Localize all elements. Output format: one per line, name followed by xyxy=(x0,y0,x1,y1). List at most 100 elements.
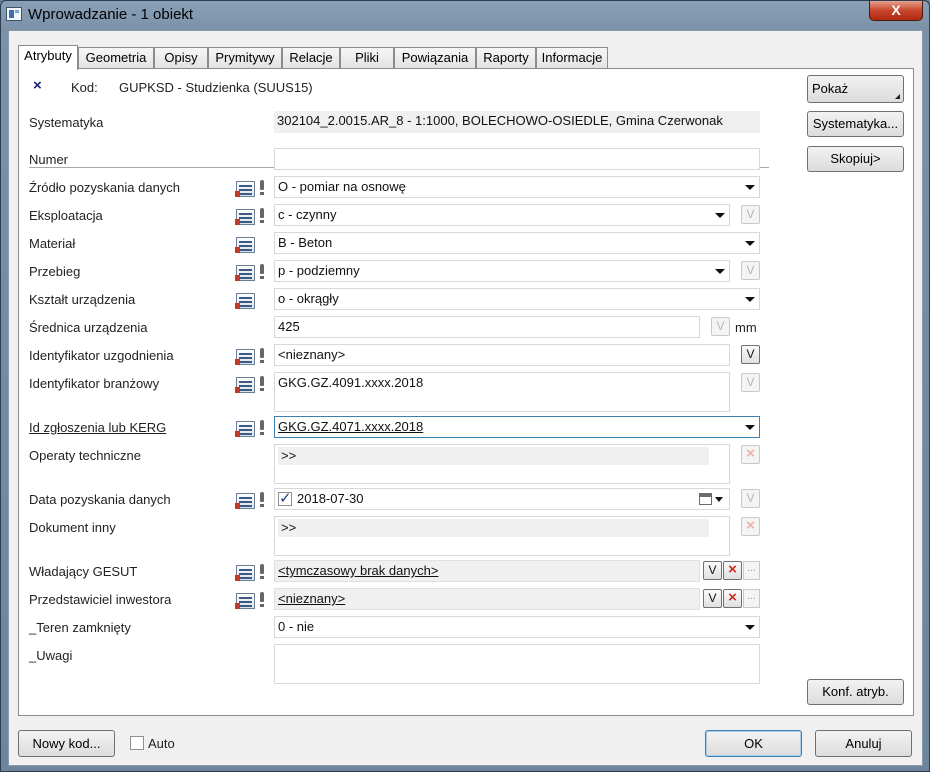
id-zgloszenia-label[interactable]: Id zgłoszenia lub KERG xyxy=(29,420,166,435)
operaty-value: >> xyxy=(278,447,709,465)
auto-checkbox[interactable] xyxy=(130,736,144,750)
material-select[interactable]: B - Beton xyxy=(274,232,760,254)
validate-button[interactable]: V xyxy=(703,561,722,580)
chevron-down-icon xyxy=(745,425,755,430)
srednica-unit: mm xyxy=(735,320,757,335)
dictionary-icon[interactable] xyxy=(235,493,255,509)
dictionary-icon[interactable] xyxy=(235,349,255,365)
numer-input[interactable] xyxy=(274,148,760,170)
srednica-label: Średnica urządzenia xyxy=(29,320,148,335)
kod-value: GUPKSD - Studzienka (SUUS15) xyxy=(119,80,313,95)
required-icon xyxy=(259,264,264,280)
validate-button[interactable]: V xyxy=(741,205,760,224)
wladajacy-field[interactable]: <tymczasowy brak danych> xyxy=(274,560,700,582)
przedstawiciel-field[interactable]: <nieznany> xyxy=(274,588,700,610)
id-branzowy-input[interactable]: GKG.GZ.4091.xxxx.2018 xyxy=(274,372,730,412)
clear-button[interactable]: × xyxy=(723,589,742,608)
chevron-down-icon xyxy=(715,213,725,218)
tab-informacje[interactable]: Informacje xyxy=(536,47,608,69)
dictionary-icon[interactable] xyxy=(235,209,255,225)
operaty-label: Operaty techniczne xyxy=(29,448,142,463)
przebieg-label: Przebieg xyxy=(29,264,81,279)
browse-button[interactable]: ... xyxy=(743,561,760,580)
przebieg-value: p - podziemny xyxy=(278,263,360,278)
dictionary-icon[interactable] xyxy=(235,565,255,581)
dokument-inny-field[interactable]: >> xyxy=(274,516,730,556)
window-close-button[interactable]: X xyxy=(869,1,923,21)
systematyka-label: Systematyka xyxy=(29,115,104,130)
material-value: B - Beton xyxy=(278,235,333,250)
systematyka-button[interactable]: Systematyka... xyxy=(807,111,904,137)
zrodlo-select[interactable]: O - pomiar na osnowę xyxy=(274,176,760,198)
id-zgloszenia-value: GKG.GZ.4071.xxxx.2018 xyxy=(278,419,424,434)
pokaz-menu-button[interactable]: Pokaż xyxy=(807,75,904,103)
remove-code-icon[interactable]: × xyxy=(33,77,42,94)
data-pozyskania-picker[interactable]: 2018-07-30 xyxy=(274,488,730,510)
id-uzgodnienia-input[interactable]: <nieznany> xyxy=(274,344,730,366)
chevron-down-icon xyxy=(745,185,755,190)
dictionary-icon[interactable] xyxy=(235,293,255,309)
validate-button[interactable]: V xyxy=(741,345,760,364)
title-bar[interactable]: Wprowadzanie - 1 obiekt X xyxy=(1,1,929,29)
uwagi-input[interactable] xyxy=(274,644,760,684)
konf-atryb-button[interactable]: Konf. atryb. xyxy=(807,679,904,705)
chevron-down-icon xyxy=(745,297,755,302)
tab-powiazania[interactable]: Powiązania xyxy=(394,47,476,69)
tab-relacje[interactable]: Relacje xyxy=(282,47,340,69)
tab-raporty[interactable]: Raporty xyxy=(476,47,536,69)
zrodlo-value: O - pomiar na osnowę xyxy=(278,179,406,194)
validate-button[interactable]: V xyxy=(703,589,722,608)
przedstawiciel-value[interactable]: <nieznany> xyxy=(278,591,345,606)
validate-button[interactable]: V xyxy=(741,261,760,280)
clear-button[interactable]: × xyxy=(741,445,760,464)
auto-label[interactable]: Auto xyxy=(148,736,175,751)
wladajacy-value[interactable]: <tymczasowy brak danych> xyxy=(278,563,438,578)
ksztalt-select[interactable]: o - okrągły xyxy=(274,288,760,310)
tab-pliki[interactable]: Pliki xyxy=(340,47,394,69)
window-title: Wprowadzanie - 1 obiekt xyxy=(28,6,194,23)
dictionary-icon[interactable] xyxy=(235,237,255,253)
nowy-kod-button[interactable]: Nowy kod... xyxy=(18,730,115,757)
dictionary-icon[interactable] xyxy=(235,593,255,609)
tab-opisy[interactable]: Opisy xyxy=(154,47,208,69)
clear-button[interactable]: × xyxy=(741,517,760,536)
required-icon xyxy=(259,592,264,608)
operaty-field[interactable]: >> xyxy=(274,444,730,484)
calendar-icon[interactable] xyxy=(699,493,712,505)
tab-geometria[interactable]: Geometria xyxy=(78,47,154,69)
eksploatacja-select[interactable]: c - czynny xyxy=(274,204,730,226)
dictionary-icon[interactable] xyxy=(235,377,255,393)
dictionary-icon[interactable] xyxy=(235,265,255,281)
anuluj-button[interactable]: Anuluj xyxy=(815,730,912,757)
id-zgloszenia-select[interactable]: GKG.GZ.4071.xxxx.2018 xyxy=(274,416,760,438)
required-icon xyxy=(259,564,264,580)
validate-button[interactable]: V xyxy=(741,373,760,392)
tab-atrybuty[interactable]: Atrybuty xyxy=(18,45,78,70)
systematyka-value: 302104_2.0015.AR_8 - 1:1000, BOLECHOWO-O… xyxy=(274,111,760,133)
skopiuj-button[interactable]: Skopiuj> xyxy=(807,146,904,172)
id-uzgodnienia-label: Identyfikator uzgodnienia xyxy=(29,348,174,363)
przebieg-select[interactable]: p - podziemny xyxy=(274,260,730,282)
id-branzowy-label: Identyfikator branżowy xyxy=(29,376,160,391)
dialog-client-area: Atrybuty Geometria Opisy Prymitywy Relac… xyxy=(8,30,923,766)
browse-button[interactable]: ... xyxy=(743,589,760,608)
validate-button[interactable]: V xyxy=(741,489,760,508)
attributes-panel: × Kod: GUPKSD - Studzienka (SUUS15) Syst… xyxy=(18,68,914,716)
ksztalt-label: Kształt urządzenia xyxy=(29,292,136,307)
chevron-down-icon xyxy=(745,241,755,246)
teren-value: 0 - nie xyxy=(278,619,315,634)
srednica-input[interactable]: 425 xyxy=(274,316,700,338)
ok-button[interactable]: OK xyxy=(705,730,802,757)
dictionary-icon[interactable] xyxy=(235,181,255,197)
przedstawiciel-label: Przedstawiciel inwestora xyxy=(29,592,172,607)
date-enabled-checkbox[interactable] xyxy=(278,489,292,509)
app-icon xyxy=(6,7,22,21)
dictionary-icon[interactable] xyxy=(235,421,255,437)
teren-label: _Teren zamknięty xyxy=(29,620,131,635)
teren-select[interactable]: 0 - nie xyxy=(274,616,760,638)
eksploatacja-label: Eksploatacja xyxy=(29,208,103,223)
validate-button[interactable]: V xyxy=(711,317,730,336)
tab-prymitywy[interactable]: Prymitywy xyxy=(208,47,282,69)
clear-button[interactable]: × xyxy=(723,561,742,580)
wladajacy-label: Władający GESUT xyxy=(29,564,138,579)
